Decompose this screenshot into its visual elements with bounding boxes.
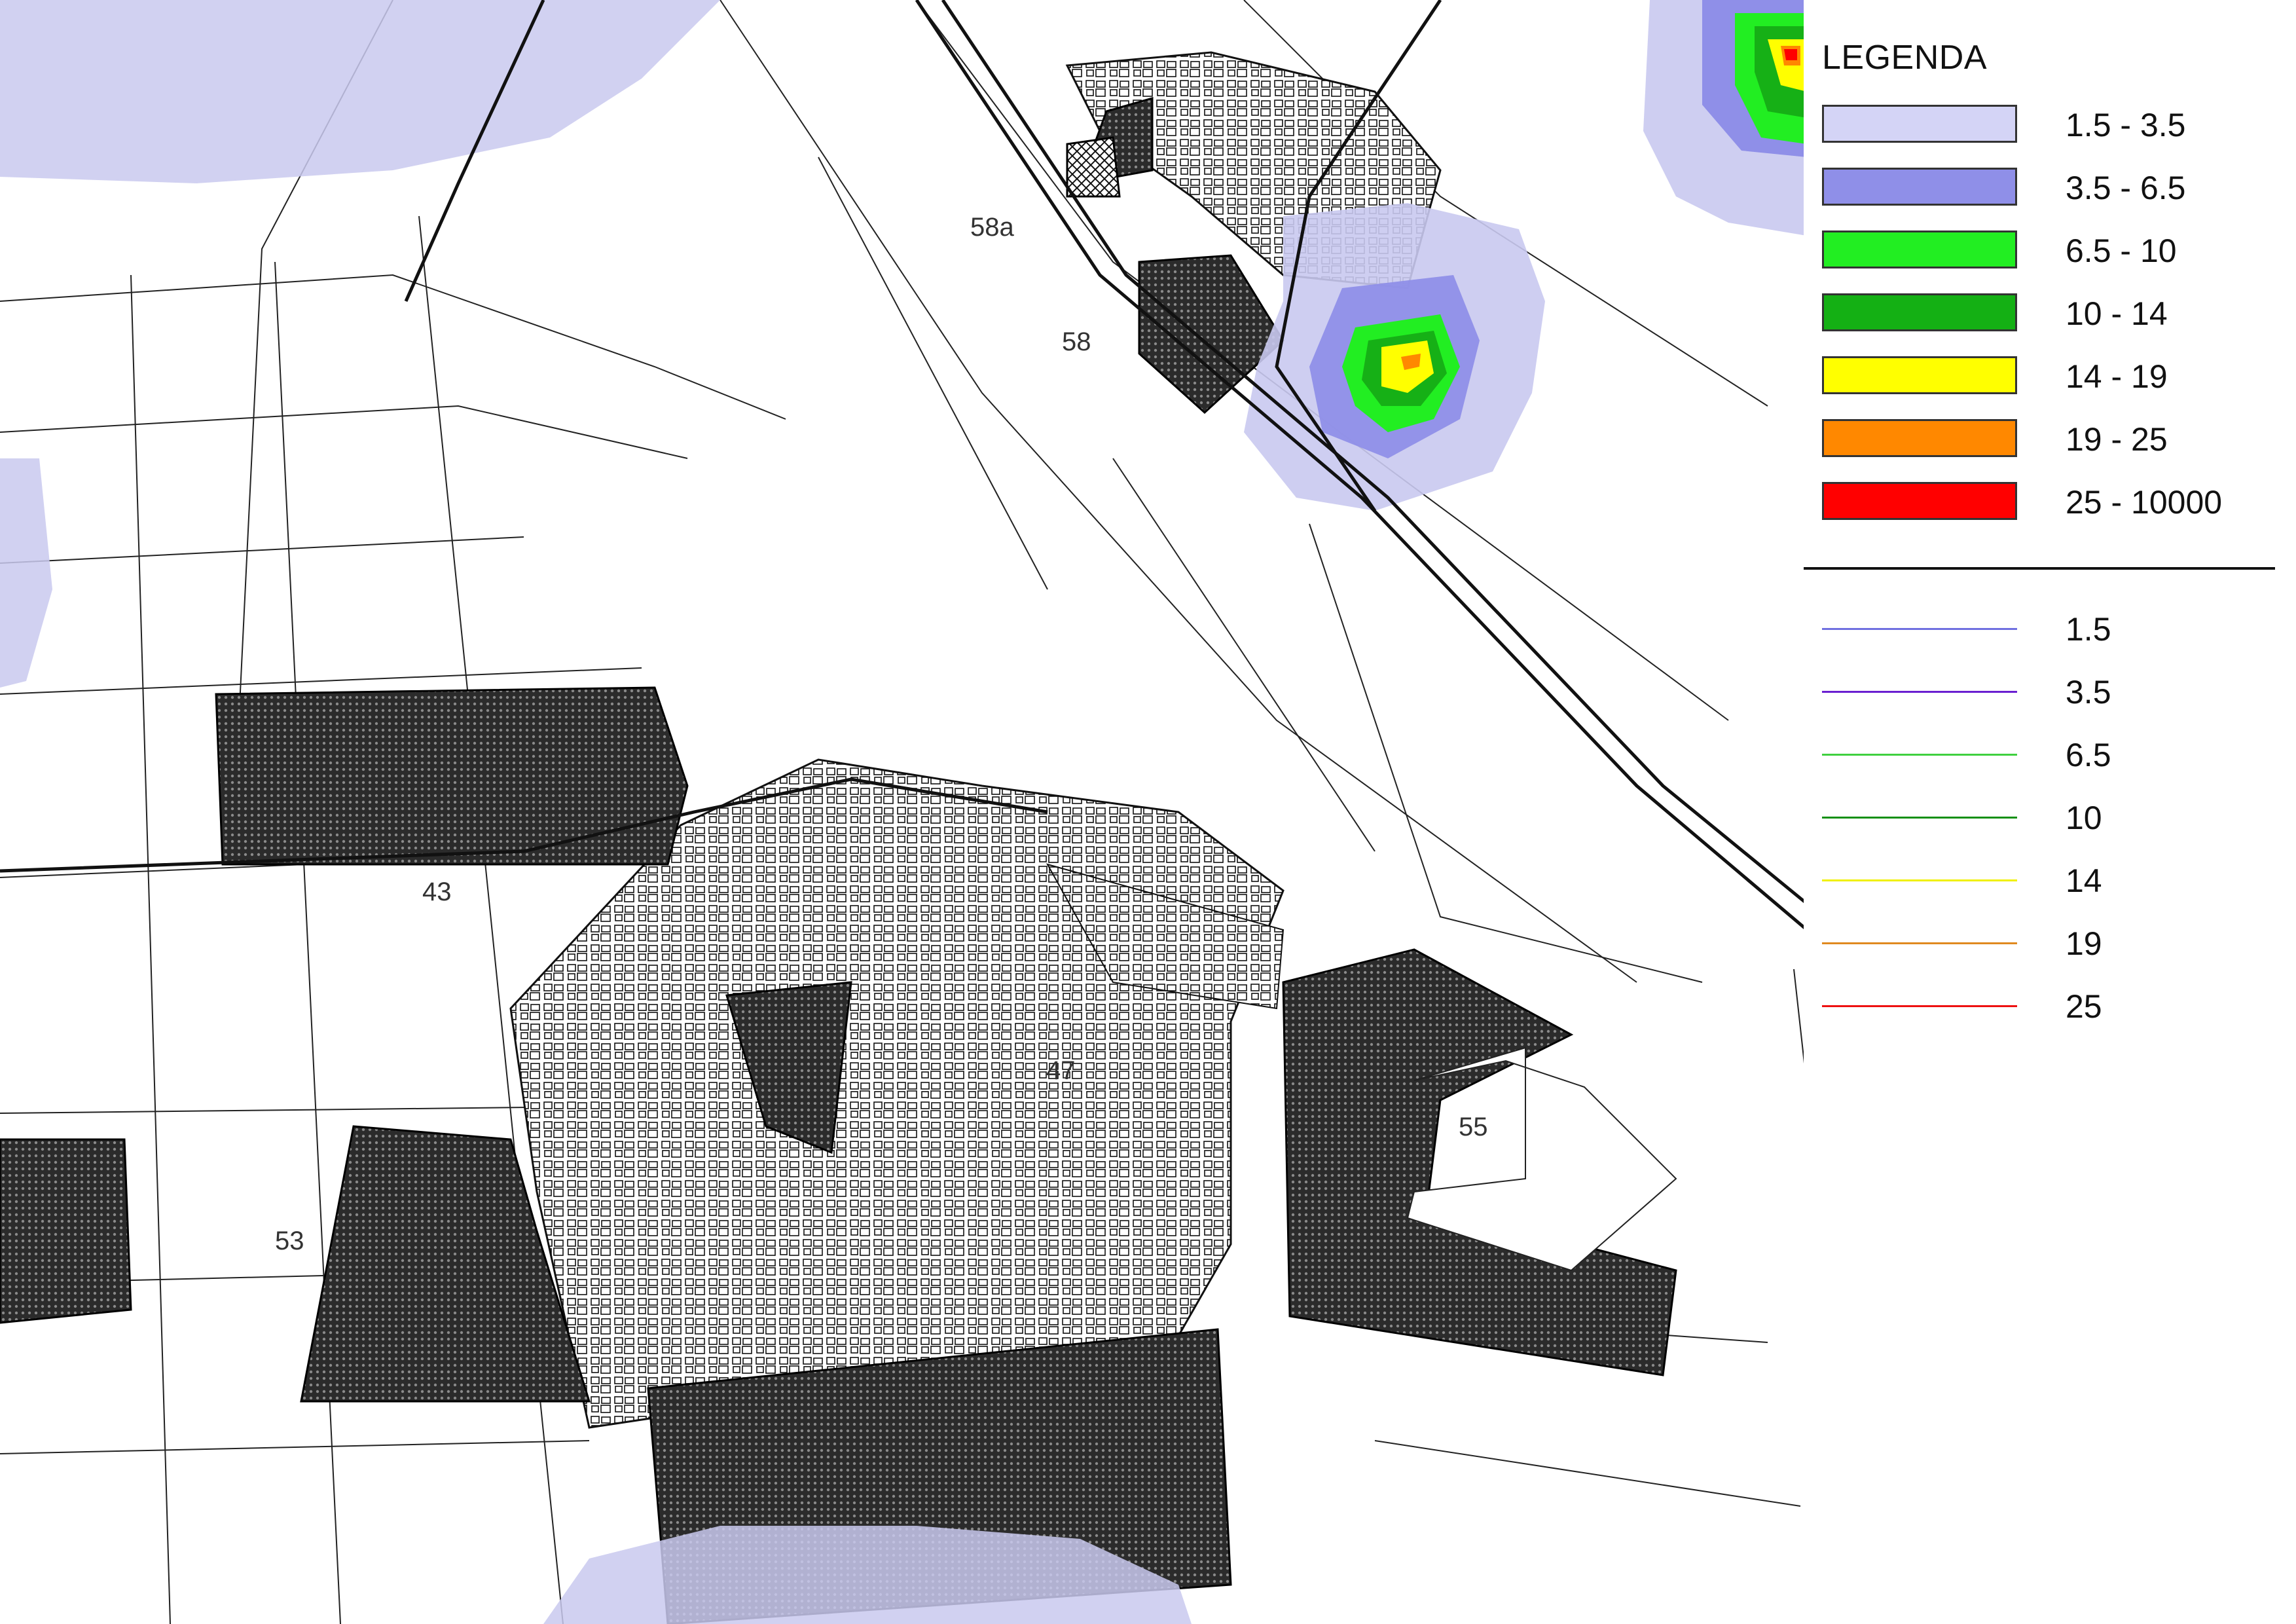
legend-fill-row: 6.5 - 10	[1822, 231, 2280, 271]
parcel-label-55: 55	[1459, 1113, 1488, 1141]
legend-fill-label: 6.5 - 10	[2066, 232, 2177, 269]
legend-line-row: 3.5	[1822, 672, 2280, 712]
legend-panel: LEGENDA 1.5 - 3.5 3.5 - 6.5 6.5 - 10 10 …	[1804, 0, 2296, 1624]
parcel-label-43: 43	[422, 877, 452, 906]
legend-fill-row: 25 - 10000	[1822, 482, 2280, 523]
legend-line-label: 3.5	[2066, 674, 2111, 710]
legend-fill-swatch	[1822, 419, 2017, 457]
legend-fill-swatch	[1822, 293, 2017, 331]
legend-fill-label: 1.5 - 3.5	[2066, 107, 2186, 143]
legend-line-label: 19	[2066, 925, 2102, 962]
legend-fill-row: 1.5 - 3.5	[1822, 105, 2280, 145]
legend-line-row: 10	[1822, 798, 2280, 838]
legend-title: LEGENDA	[1822, 39, 1988, 77]
legend-fill-label: 10 - 14	[2066, 295, 2168, 332]
legend-fill-label: 14 - 19	[2066, 358, 2168, 395]
legend-line-label: 25	[2066, 988, 2102, 1025]
legend-line-swatch	[1822, 1005, 2017, 1007]
legend-line-swatch	[1822, 942, 2017, 944]
legend-fill-label: 25 - 10000	[2066, 484, 2223, 521]
legend-line-swatch	[1822, 754, 2017, 756]
legend-line-swatch	[1822, 691, 2017, 693]
legend-line-label: 14	[2066, 862, 2102, 899]
legend-line-swatch	[1822, 628, 2017, 630]
parcel-label-58: 58	[1062, 327, 1091, 356]
legend-fill-swatch	[1822, 105, 2017, 143]
legend-line-row: 19	[1822, 923, 2280, 964]
legend-divider	[1804, 567, 2275, 570]
legend-fill-swatch	[1822, 482, 2017, 520]
legend-fill-row: 3.5 - 6.5	[1822, 168, 2280, 208]
legend-fill-label: 3.5 - 6.5	[2066, 170, 2186, 206]
legend-line-row: 25	[1822, 986, 2280, 1027]
legend-line-label: 6.5	[2066, 737, 2111, 773]
parcel-label-58a: 58a	[970, 213, 1014, 242]
legend-line-row: 6.5	[1822, 735, 2280, 775]
legend-fill-swatch	[1822, 356, 2017, 394]
legend-fill-row: 19 - 25	[1822, 419, 2280, 460]
legend-line-swatch	[1822, 817, 2017, 819]
legend-line-swatch	[1822, 879, 2017, 881]
parcel-label-53: 53	[275, 1227, 304, 1255]
legend-line-row: 14	[1822, 860, 2280, 901]
legend-fill-label: 19 - 25	[2066, 421, 2168, 458]
legend-fill-row: 14 - 19	[1822, 356, 2280, 397]
legend-fill-swatch	[1822, 168, 2017, 206]
legend-line-label: 10	[2066, 800, 2102, 836]
legend-line-row: 1.5	[1822, 609, 2280, 650]
legend-fill-row: 10 - 14	[1822, 293, 2280, 334]
parcel-label-47: 47	[1046, 1056, 1076, 1085]
legend-fill-swatch	[1822, 231, 2017, 268]
legend-line-label: 1.5	[2066, 611, 2111, 648]
